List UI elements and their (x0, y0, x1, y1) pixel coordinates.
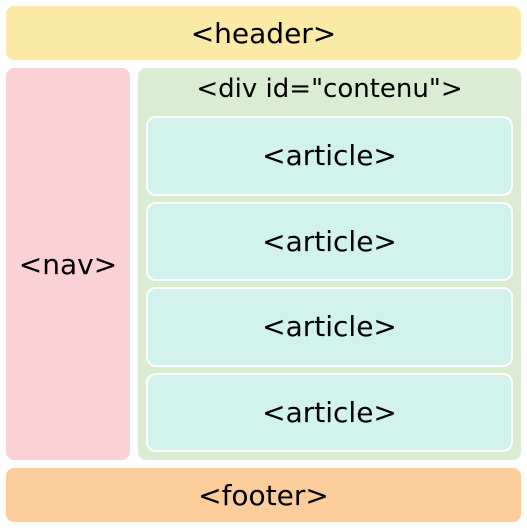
footer-label: <footer> (198, 479, 329, 512)
header-box: <header> (4, 4, 523, 62)
footer-box: <footer> (4, 466, 523, 524)
article-label: <article> (262, 139, 397, 172)
article-box: <article> (146, 202, 513, 282)
article-label: <article> (262, 396, 397, 429)
content-box: <div id="contenu"> <article> <article> <… (136, 66, 523, 462)
article-label: <article> (262, 310, 397, 343)
nav-box: <nav> (4, 66, 132, 462)
article-box: <article> (146, 116, 513, 196)
article-box: <article> (146, 287, 513, 367)
header-label: <header> (191, 17, 337, 50)
nav-label: <nav> (19, 248, 117, 281)
article-box: <article> (146, 373, 513, 453)
content-label: <div id="contenu"> (146, 74, 513, 104)
article-label: <article> (262, 225, 397, 258)
middle-row: <nav> <div id="contenu"> <article> <arti… (4, 66, 523, 462)
